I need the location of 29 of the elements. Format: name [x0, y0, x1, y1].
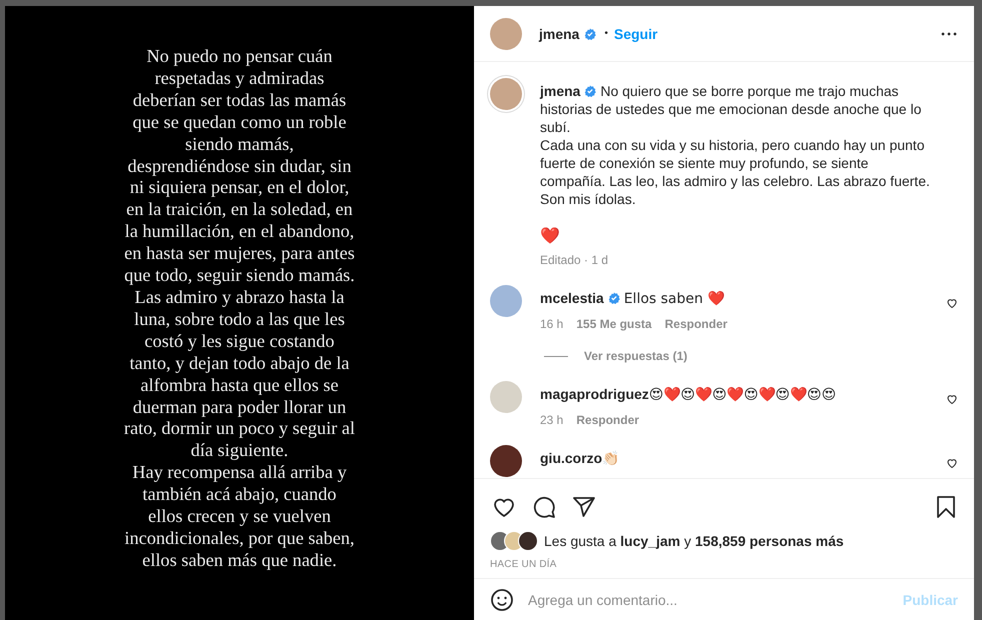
like-icon[interactable] [946, 297, 958, 309]
more-options-icon[interactable] [940, 30, 958, 36]
like-icon[interactable] [946, 457, 958, 469]
comment-icon[interactable] [532, 495, 556, 519]
username-link[interactable]: mcelestia [540, 290, 604, 306]
liker-avatars [490, 531, 538, 551]
emoji-icon[interactable] [490, 588, 514, 612]
post-image-text: Hay recompensa allá arriba y también acá abajo, cuando ellos crecen y se vuelven incondicionales, por que saben, ellos saben más que nadie. [124, 462, 356, 572]
comment-time: 23 h [540, 413, 564, 427]
comment-text: giu.corzo👏🏻 [540, 449, 620, 468]
likes-summary[interactable]: Les gusta a lucy_jam y 158,859 personas más [544, 533, 844, 549]
heart-emoji: ❤ [540, 226, 560, 245]
username-link[interactable]: jmena [539, 26, 580, 42]
username-link[interactable]: jmena [540, 83, 580, 99]
share-icon[interactable] [572, 495, 596, 519]
post-image-text: No puedo no pensar cuán respetadas y admiradas deberían ser todas las mamás que se quedan como un roble siendo mamás, desprendiéndose sin dudar, sin ni siquiera pensar, en el dolor, en la traición, en la soledad, en la humillación, en el abandono, en hasta ser mujeres, para antes que todo, seguir siendo mamás. [124, 46, 356, 287]
username-link[interactable]: giu.corzo [540, 450, 602, 466]
avatar[interactable] [490, 445, 522, 477]
caption-text: jmena No quiero que se borre porque me trajo muchas historias de ustedes que me emocionan desde anoche que lo subí. Cada una con su vida y su historia, pero cuando hay un punto fuerte de conexión se siente muy profundo, se siente compañía. Las leo, las admiro y las celebro. Las abrazo fuerte. Son mis ídolas. [540, 82, 931, 208]
bookmark-icon[interactable] [934, 495, 958, 519]
username-link[interactable]: magaprodriguez [540, 386, 649, 402]
separator-dot: • [604, 28, 608, 39]
post-time: HACE UN DÍA [489, 557, 558, 572]
edited-time: Editado · 1 d [540, 253, 608, 267]
comment-time: 16 h [540, 317, 564, 331]
comment-text: magaprodriguez😍❤😍❤😍❤😍❤😍❤😍😍 [540, 385, 836, 404]
comment-text: mcelestia Ellos saben ❤ [540, 289, 724, 308]
post-image-text: Las admiro y abrazo hasta la luna, sobre todo a las que les costó y les sigue costando tanto, y dejan todo abajo de la alfombra hasta que ellos se duerman para poder llorar un rato, dormir un poco y seguir al día siguiente. [124, 286, 356, 462]
like-icon[interactable] [946, 393, 958, 405]
